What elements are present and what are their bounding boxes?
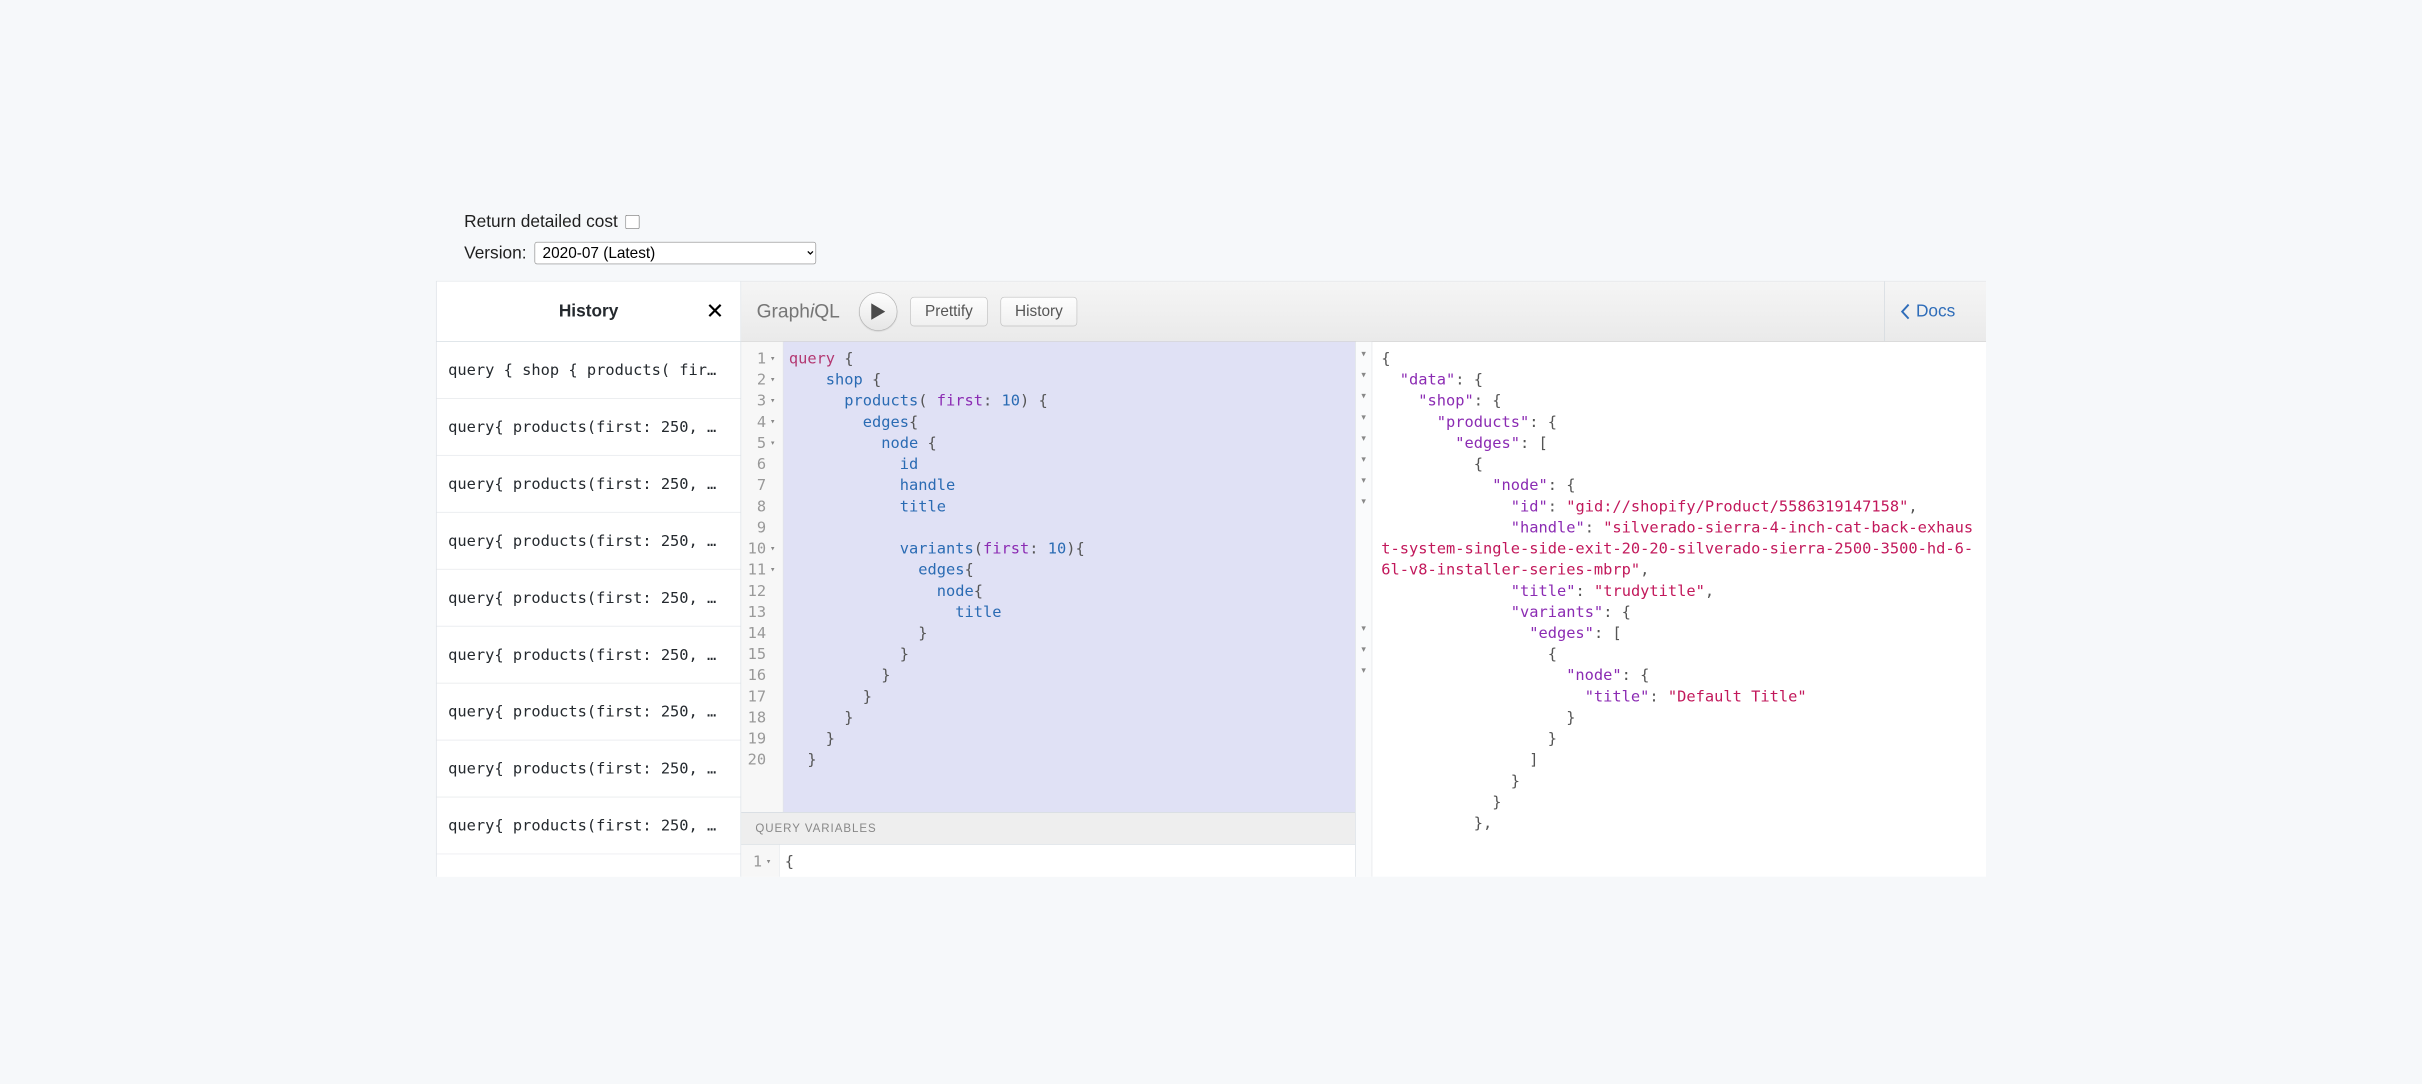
editor-body: 1▾2▾3▾4▾5▾6 7 8 9 10▾11▾12 13 14 15 16 1…	[741, 342, 1986, 877]
history-item[interactable]: query { shop { products( fir…	[437, 342, 741, 399]
detailed-cost-label: Return detailed cost	[464, 212, 618, 232]
history-title: History	[559, 301, 619, 321]
variables-code[interactable]: {	[780, 845, 1355, 877]
top-controls-bar: Return detailed cost Version: 2020-07 (L…	[436, 195, 1986, 281]
history-item[interactable]: query{ products(first: 250, …	[437, 740, 741, 797]
variables-header[interactable]: Query Variables	[741, 812, 1355, 845]
docs-button[interactable]: Docs	[1885, 282, 1971, 342]
detailed-cost-checkbox[interactable]	[625, 215, 639, 229]
close-icon[interactable]: ✕	[706, 300, 724, 322]
graphiql-logo: GraphiQL	[757, 300, 840, 322]
query-code[interactable]: query { shop { products( first: 10) { ed…	[784, 342, 1355, 812]
history-header: History ✕	[437, 282, 741, 342]
version-select[interactable]: 2020-07 (Latest)	[534, 242, 816, 264]
results-section: ▾▾▾▾▾▾▾▾ ▾▾▾ { "data": { "shop": { "prod…	[1356, 342, 1986, 877]
history-item[interactable]: query{ products(first: 250, …	[437, 456, 741, 513]
results-code[interactable]: { "data": { "shop": { "products": { "edg…	[1372, 342, 1986, 877]
query-editor[interactable]: 1▾2▾3▾4▾5▾6 7 8 9 10▾11▾12 13 14 15 16 1…	[741, 342, 1355, 812]
editor-area: GraphiQL Prettify History Docs 1▾2▾3▾4▾5…	[741, 282, 1986, 877]
history-button[interactable]: History	[1000, 297, 1077, 326]
prettify-button[interactable]: Prettify	[910, 297, 987, 326]
variables-editor[interactable]: 1▾ {	[741, 845, 1355, 877]
docs-label: Docs	[1916, 301, 1955, 321]
history-item[interactable]: query{ products(first: 250, …	[437, 626, 741, 683]
history-item[interactable]: query{ products(first: 250, …	[437, 683, 741, 740]
history-list: query { shop { products( fir…query{ prod…	[437, 342, 741, 855]
history-item[interactable]: query{ products(first: 250, …	[437, 797, 741, 854]
play-icon	[871, 303, 885, 320]
run-button[interactable]	[859, 292, 897, 330]
chevron-left-icon	[1901, 303, 1911, 320]
graphiql-container: History ✕ query { shop { products( fir…q…	[436, 282, 1986, 877]
history-item[interactable]: query{ products(first: 250, …	[437, 570, 741, 627]
history-item[interactable]: query{ products(first: 250, …	[437, 513, 741, 570]
version-label: Version:	[464, 243, 526, 263]
query-gutter: 1▾2▾3▾4▾5▾6 7 8 9 10▾11▾12 13 14 15 16 1…	[741, 342, 783, 812]
history-item[interactable]: query{ products(first: 250, …	[437, 399, 741, 456]
history-panel: History ✕ query { shop { products( fir…q…	[437, 282, 742, 877]
graphiql-toolbar: GraphiQL Prettify History Docs	[741, 282, 1986, 342]
results-gutter: ▾▾▾▾▾▾▾▾ ▾▾▾	[1356, 342, 1373, 877]
query-section: 1▾2▾3▾4▾5▾6 7 8 9 10▾11▾12 13 14 15 16 1…	[741, 342, 1355, 877]
variables-gutter: 1▾	[741, 845, 779, 877]
